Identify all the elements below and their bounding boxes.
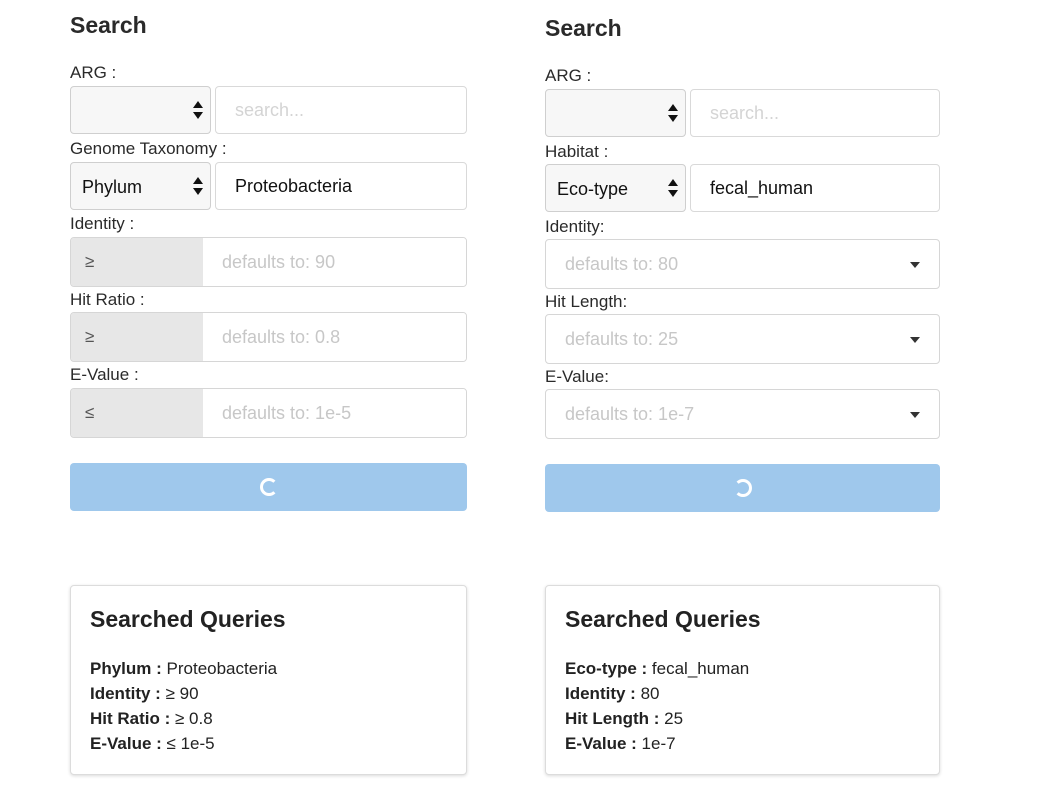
evalue-dropdown[interactable]: defaults to: 1e-7 — [545, 389, 940, 439]
query-key: Identity : — [90, 684, 161, 703]
query-row: Identity : 80 — [565, 681, 749, 706]
query-value: 1e-7 — [636, 734, 676, 753]
genome-taxonomy-label: Genome Taxonomy : — [70, 139, 227, 158]
query-value: ≥ 90 — [160, 684, 199, 703]
select-arrows-icon — [668, 102, 678, 126]
query-key: Hit Ratio : — [90, 709, 171, 728]
query-value: ≤ 1e-5 — [161, 734, 215, 753]
arg-label: ARG : — [545, 66, 592, 85]
spinner-icon — [733, 479, 752, 497]
caret-down-icon — [910, 262, 920, 268]
evalue-label: E-Value: — [545, 367, 609, 386]
select-arrows-icon — [668, 177, 678, 201]
habitat-type-select[interactable]: Eco-type — [545, 164, 686, 212]
query-row: Eco-type : fecal_human — [565, 656, 749, 681]
query-key: Phylum : — [90, 659, 162, 678]
query-row: Phylum : Proteobacteria — [90, 656, 277, 681]
evalue-dropdown-placeholder: defaults to: 1e-7 — [565, 404, 695, 424]
query-row: E-Value : ≤ 1e-5 — [90, 731, 277, 756]
searched-queries-list: Phylum : Proteobacteria Identity : ≥ 90 … — [90, 656, 277, 756]
query-value: ≥ 0.8 — [170, 709, 213, 728]
taxonomy-rank-value: Phylum — [82, 177, 143, 197]
arg-select[interactable] — [70, 86, 211, 134]
identity-operator: ≥ — [71, 238, 203, 286]
caret-down-icon — [910, 337, 920, 343]
hit-length-label: Hit Length: — [545, 292, 628, 311]
identity-input-group: ≥ — [70, 237, 467, 287]
evalue-operator: ≤ — [71, 389, 203, 437]
search-submit-button[interactable] — [70, 463, 467, 511]
query-row: Hit Length : 25 — [565, 706, 749, 731]
habitat-label: Habitat : — [545, 142, 609, 161]
searched-queries-title: Searched Queries — [90, 606, 286, 632]
evalue-input[interactable] — [203, 389, 466, 437]
evalue-input-group: ≤ — [70, 388, 467, 438]
arg-search-input[interactable] — [690, 89, 940, 137]
spinner-icon — [259, 478, 278, 496]
query-value: 80 — [635, 684, 660, 703]
identity-input[interactable] — [203, 238, 466, 286]
searched-queries-card: Searched Queries Phylum : Proteobacteria… — [70, 585, 467, 775]
hit-length-dropdown-placeholder: defaults to: 25 — [565, 329, 679, 349]
taxonomy-input[interactable] — [215, 162, 467, 210]
query-key: Hit Length : — [565, 709, 660, 728]
habitat-type-value: Eco-type — [557, 179, 629, 199]
query-key: E-Value : — [565, 734, 637, 753]
search-submit-button[interactable] — [545, 464, 940, 512]
arg-search-input[interactable] — [215, 86, 467, 134]
query-value: Proteobacteria — [161, 659, 278, 678]
hit-ratio-input-group: ≥ — [70, 312, 467, 362]
query-row: Identity : ≥ 90 — [90, 681, 277, 706]
identity-label: Identity: — [545, 217, 605, 236]
taxonomy-rank-select[interactable]: Phylum — [70, 162, 211, 210]
hit-ratio-input[interactable] — [203, 313, 466, 361]
search-title: Search — [545, 15, 622, 41]
arg-select[interactable] — [545, 89, 686, 137]
query-key: Identity : — [565, 684, 636, 703]
query-row: E-Value : 1e-7 — [565, 731, 749, 756]
searched-queries-card: Searched Queries Eco-type : fecal_human … — [545, 585, 940, 775]
searched-queries-list: Eco-type : fecal_human Identity : 80 Hit… — [565, 656, 749, 756]
caret-down-icon — [910, 412, 920, 418]
hit-ratio-label: Hit Ratio : — [70, 290, 145, 309]
arg-label: ARG : — [70, 63, 117, 82]
identity-dropdown-placeholder: defaults to: 80 — [565, 254, 679, 274]
identity-label: Identity : — [70, 214, 135, 233]
query-key: E-Value : — [90, 734, 162, 753]
query-key: Eco-type : — [565, 659, 648, 678]
habitat-input[interactable] — [690, 164, 940, 212]
select-arrows-icon — [193, 99, 203, 123]
query-row: Hit Ratio : ≥ 0.8 — [90, 706, 277, 731]
search-title: Search — [70, 12, 147, 38]
hit-ratio-operator: ≥ — [71, 313, 203, 361]
select-arrows-icon — [193, 175, 203, 199]
query-value: 25 — [659, 709, 684, 728]
searched-queries-title: Searched Queries — [565, 606, 761, 632]
identity-dropdown[interactable]: defaults to: 80 — [545, 239, 940, 289]
hit-length-dropdown[interactable]: defaults to: 25 — [545, 314, 940, 364]
query-value: fecal_human — [647, 659, 750, 678]
evalue-label: E-Value : — [70, 365, 139, 384]
